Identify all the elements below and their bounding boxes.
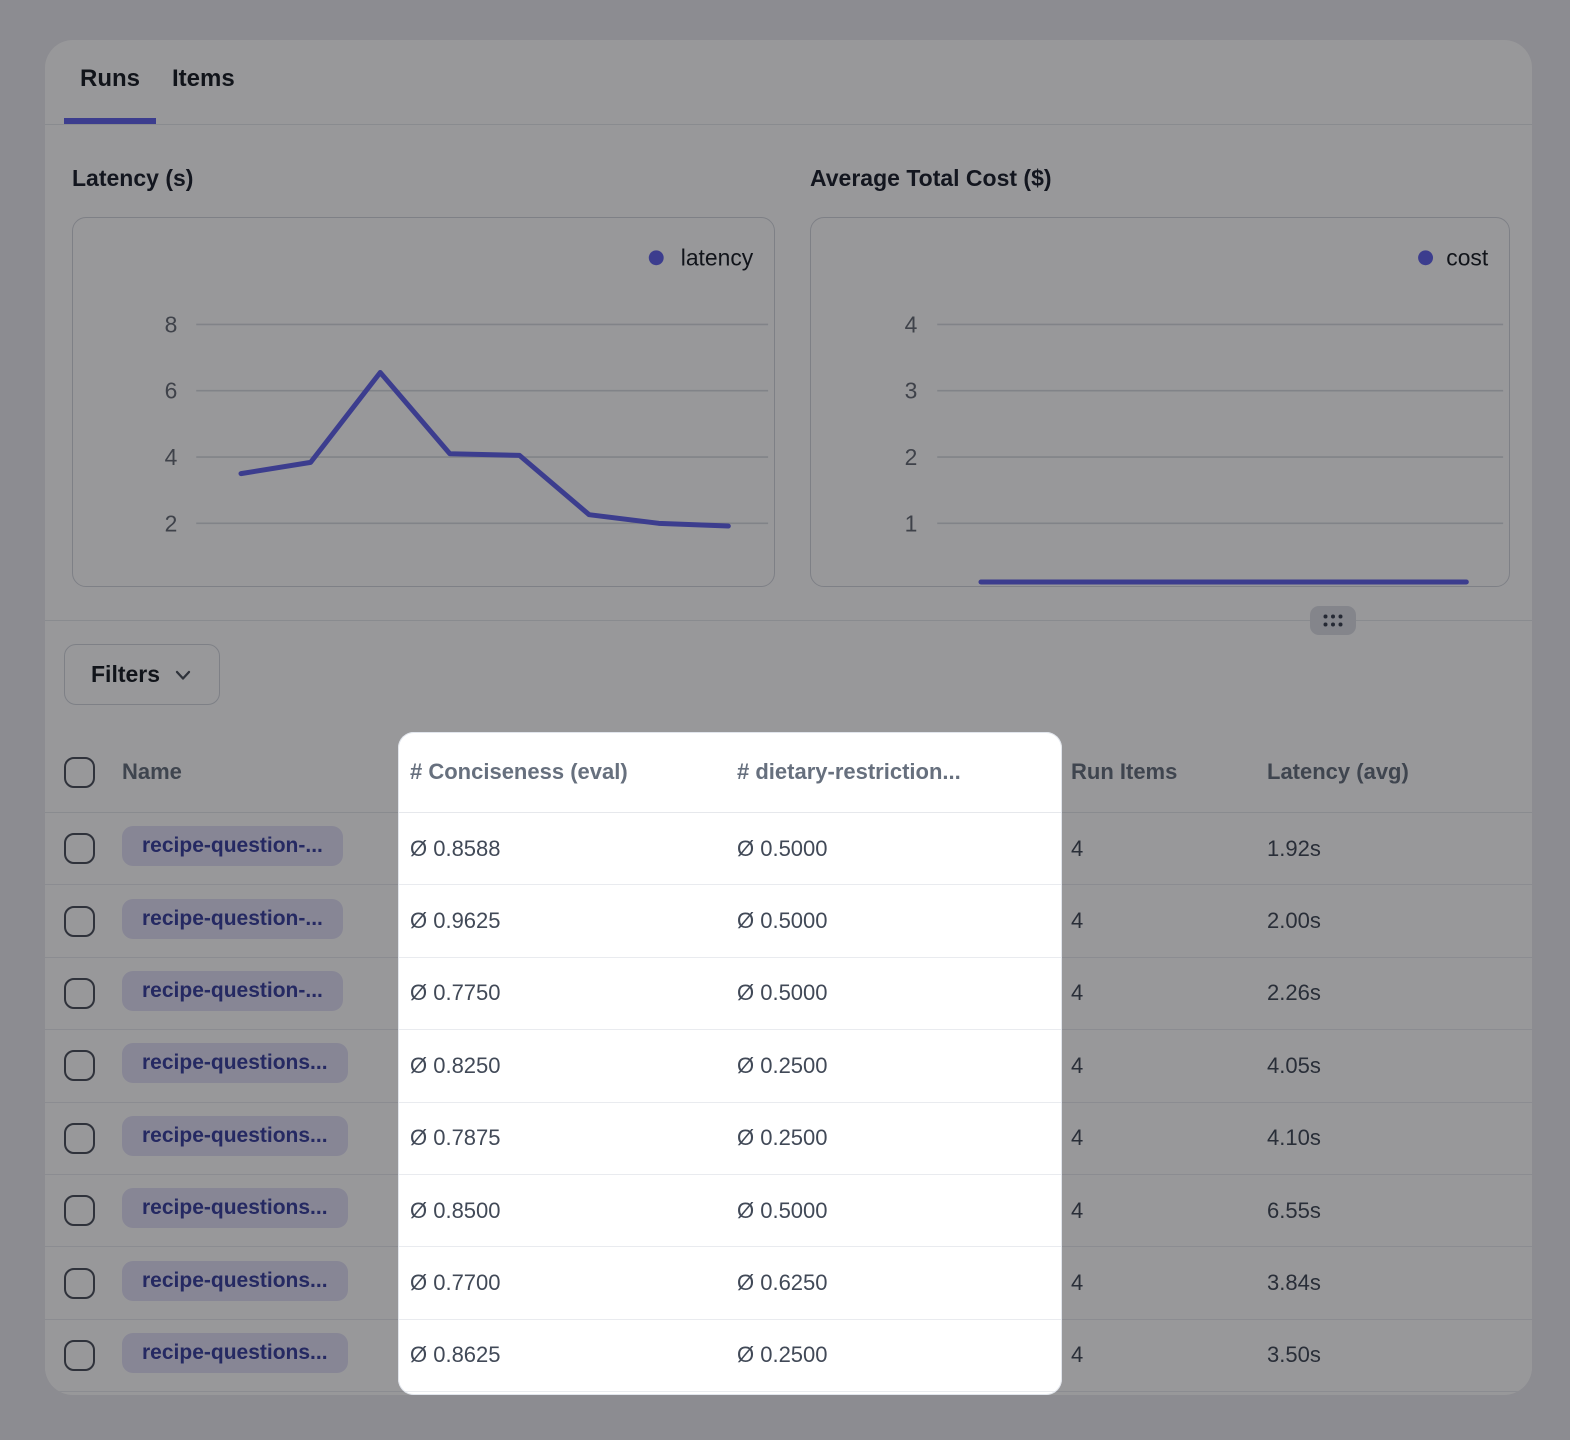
svg-text:3: 3 — [905, 378, 918, 404]
row-checkbox[interactable] — [64, 1050, 95, 1081]
latency-chart-svg: 8 6 4 2 latency — [73, 218, 774, 586]
latency-avg-cell: 1.92s — [1267, 836, 1532, 862]
run-items-cell: 4 — [1071, 908, 1267, 934]
run-items-cell: 4 — [1071, 836, 1267, 862]
latency-chart-block: Latency (s) 8 6 4 2 latency — [72, 165, 775, 587]
conciseness-cell: Ø 0.8625 — [410, 1342, 737, 1368]
cost-chart-svg: 4 3 2 1 cost — [811, 218, 1509, 586]
dietary-restriction-cell: Ø 0.5000 — [737, 836, 1071, 862]
svg-text:4: 4 — [165, 444, 178, 470]
charts-section: Latency (s) 8 6 4 2 latency Average Total Co… — [45, 125, 1532, 587]
run-items-cell: 4 — [1071, 1198, 1267, 1224]
table-row[interactable]: recipe-questions... Ø 0.8250 Ø 0.2500 4 … — [45, 1030, 1532, 1102]
row-checkbox[interactable] — [64, 906, 95, 937]
dietary-restriction-cell: Ø 0.5000 — [737, 1198, 1071, 1224]
table-row[interactable]: recipe-question-... Ø 0.8588 Ø 0.5000 4 … — [45, 813, 1532, 885]
conciseness-cell: Ø 0.7875 — [410, 1125, 737, 1151]
runs-panel: Runs Items Latency (s) 8 6 4 2 latency Avera… — [45, 40, 1532, 1395]
latency-chart: 8 6 4 2 latency — [72, 217, 775, 587]
conciseness-cell: Ø 0.7700 — [410, 1270, 737, 1296]
run-name-pill[interactable]: recipe-question-... — [122, 899, 343, 939]
legend-cost-label: cost — [1446, 245, 1489, 271]
filters-button[interactable]: Filters — [64, 644, 220, 705]
column-header-run-items[interactable]: Run Items — [1071, 759, 1267, 785]
table-row[interactable]: recipe-question-... Ø 0.7750 Ø 0.5000 4 … — [45, 958, 1532, 1030]
svg-text:8: 8 — [165, 311, 178, 337]
table-row[interactable]: recipe-question-... Ø 0.9625 Ø 0.5000 4 … — [45, 885, 1532, 957]
conciseness-cell: Ø 0.7750 — [410, 980, 737, 1006]
runs-table: Name # Conciseness (eval) # dietary-rest… — [45, 732, 1532, 1392]
row-checkbox[interactable] — [64, 1340, 95, 1371]
latency-avg-cell: 6.55s — [1267, 1198, 1532, 1224]
conciseness-cell: Ø 0.8500 — [410, 1198, 737, 1224]
table-row[interactable]: recipe-questions... Ø 0.8625 Ø 0.2500 4 … — [45, 1320, 1532, 1392]
legend-latency-label: latency — [681, 245, 754, 271]
run-items-cell: 4 — [1071, 980, 1267, 1006]
run-name-pill[interactable]: recipe-question-... — [122, 826, 343, 866]
svg-text:2: 2 — [165, 510, 178, 536]
run-items-cell: 4 — [1071, 1125, 1267, 1151]
row-checkbox[interactable] — [64, 833, 95, 864]
conciseness-cell: Ø 0.8250 — [410, 1053, 737, 1079]
legend-latency-dot — [649, 250, 664, 265]
table-row[interactable]: recipe-questions... Ø 0.7875 Ø 0.2500 4 … — [45, 1103, 1532, 1175]
run-items-cell: 4 — [1071, 1342, 1267, 1368]
run-items-cell: 4 — [1071, 1053, 1267, 1079]
conciseness-cell: Ø 0.9625 — [410, 908, 737, 934]
run-items-cell: 4 — [1071, 1270, 1267, 1296]
conciseness-cell: Ø 0.8588 — [410, 836, 737, 862]
section-divider — [45, 620, 1532, 621]
latency-avg-cell: 4.10s — [1267, 1125, 1532, 1151]
svg-text:4: 4 — [905, 311, 918, 337]
legend-cost-dot — [1418, 250, 1433, 265]
page-background: Runs Items Latency (s) 8 6 4 2 latency Avera… — [0, 0, 1570, 1440]
dietary-restriction-cell: Ø 0.6250 — [737, 1270, 1071, 1296]
dietary-restriction-cell: Ø 0.5000 — [737, 908, 1071, 934]
cost-chart: 4 3 2 1 cost — [810, 217, 1510, 587]
column-header-dietary-restriction[interactable]: # dietary-restriction... — [737, 759, 1071, 785]
cost-chart-block: Average Total Cost ($) 4 3 2 1 cost — [810, 165, 1510, 587]
row-checkbox[interactable] — [64, 1123, 95, 1154]
latency-avg-cell: 3.84s — [1267, 1270, 1532, 1296]
row-checkbox[interactable] — [64, 978, 95, 1009]
run-name-pill[interactable]: recipe-question-... — [122, 971, 343, 1011]
dietary-restriction-cell: Ø 0.2500 — [737, 1342, 1071, 1368]
latency-avg-cell: 2.26s — [1267, 980, 1532, 1006]
tab-bar: Runs Items — [45, 40, 1532, 125]
dietary-restriction-cell: Ø 0.5000 — [737, 980, 1071, 1006]
select-all-checkbox[interactable] — [64, 757, 95, 788]
dietary-restriction-cell: Ø 0.2500 — [737, 1125, 1071, 1151]
row-checkbox[interactable] — [64, 1195, 95, 1226]
drag-handle-icon — [1322, 613, 1344, 628]
run-name-pill[interactable]: recipe-questions... — [122, 1188, 348, 1228]
latency-avg-cell: 2.00s — [1267, 908, 1532, 934]
column-header-latency-avg[interactable]: Latency (avg) — [1267, 759, 1532, 785]
run-name-pill[interactable]: recipe-questions... — [122, 1043, 348, 1083]
svg-text:6: 6 — [165, 378, 178, 404]
run-name-pill[interactable]: recipe-questions... — [122, 1116, 348, 1156]
dietary-restriction-cell: Ø 0.2500 — [737, 1053, 1071, 1079]
latency-chart-title: Latency (s) — [72, 165, 775, 192]
cost-chart-title: Average Total Cost ($) — [810, 165, 1510, 192]
tab-items[interactable]: Items — [156, 40, 251, 124]
drag-handle[interactable] — [1310, 606, 1356, 635]
run-name-pill[interactable]: recipe-questions... — [122, 1261, 348, 1301]
filters-button-label: Filters — [91, 661, 160, 688]
svg-text:1: 1 — [905, 510, 918, 536]
run-name-pill[interactable]: recipe-questions... — [122, 1333, 348, 1373]
tab-runs[interactable]: Runs — [64, 40, 156, 124]
column-header-conciseness[interactable]: # Conciseness (eval) — [410, 759, 737, 785]
table-header-row: Name # Conciseness (eval) # dietary-rest… — [45, 732, 1532, 813]
chevron-down-icon — [173, 665, 193, 685]
table-body: recipe-question-... Ø 0.8588 Ø 0.5000 4 … — [45, 813, 1532, 1392]
table-row[interactable]: recipe-questions... Ø 0.7700 Ø 0.6250 4 … — [45, 1247, 1532, 1319]
latency-avg-cell: 4.05s — [1267, 1053, 1532, 1079]
latency-avg-cell: 3.50s — [1267, 1342, 1532, 1368]
row-checkbox[interactable] — [64, 1268, 95, 1299]
svg-text:2: 2 — [905, 444, 918, 470]
table-row[interactable]: recipe-questions... Ø 0.8500 Ø 0.5000 4 … — [45, 1175, 1532, 1247]
column-header-name[interactable]: Name — [122, 759, 410, 785]
